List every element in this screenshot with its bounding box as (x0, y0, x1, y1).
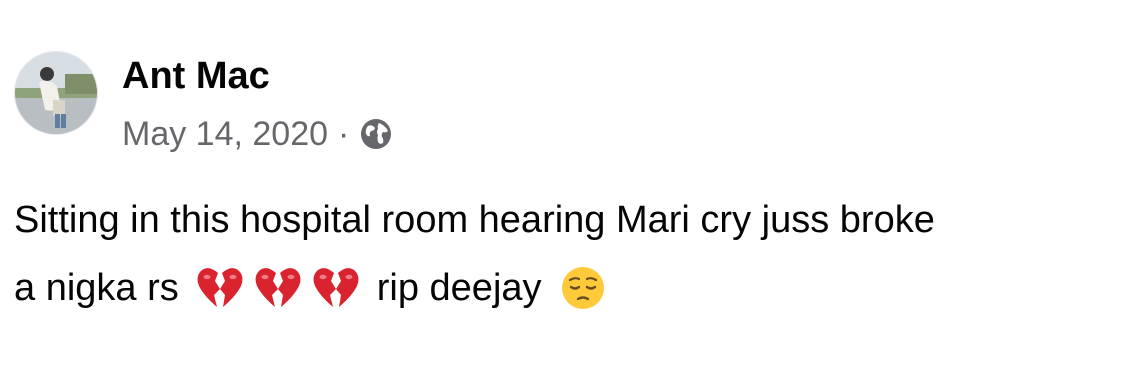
post-card: Ant Mac May 14, 2020 · Sitting in this h… (0, 0, 1141, 380)
broken-heart-icon (311, 265, 361, 311)
avatar[interactable] (14, 51, 98, 135)
pensive-face-icon (558, 265, 608, 311)
author-name[interactable]: Ant Mac (122, 54, 270, 98)
post-text: Sitting in this hospital room hearing Ma… (14, 186, 1139, 322)
post-text-line: Sitting in this hospital room hearing Ma… (14, 186, 1139, 254)
post-text-line: a nigka rs rip deejay (14, 254, 1139, 322)
post-date[interactable]: May 14, 2020 (122, 112, 328, 156)
post-meta: May 14, 2020 · (122, 112, 393, 156)
post-text-line-2-start: a nigka rs (14, 267, 179, 309)
broken-heart-icon (253, 265, 303, 311)
post-text-line-1: Sitting in this hospital room hearing Ma… (14, 199, 935, 241)
meta-separator: · (338, 115, 350, 153)
broken-heart-icon (195, 265, 245, 311)
post-text-line-2-end: rip deejay (376, 267, 542, 309)
globe-icon[interactable] (359, 117, 393, 151)
